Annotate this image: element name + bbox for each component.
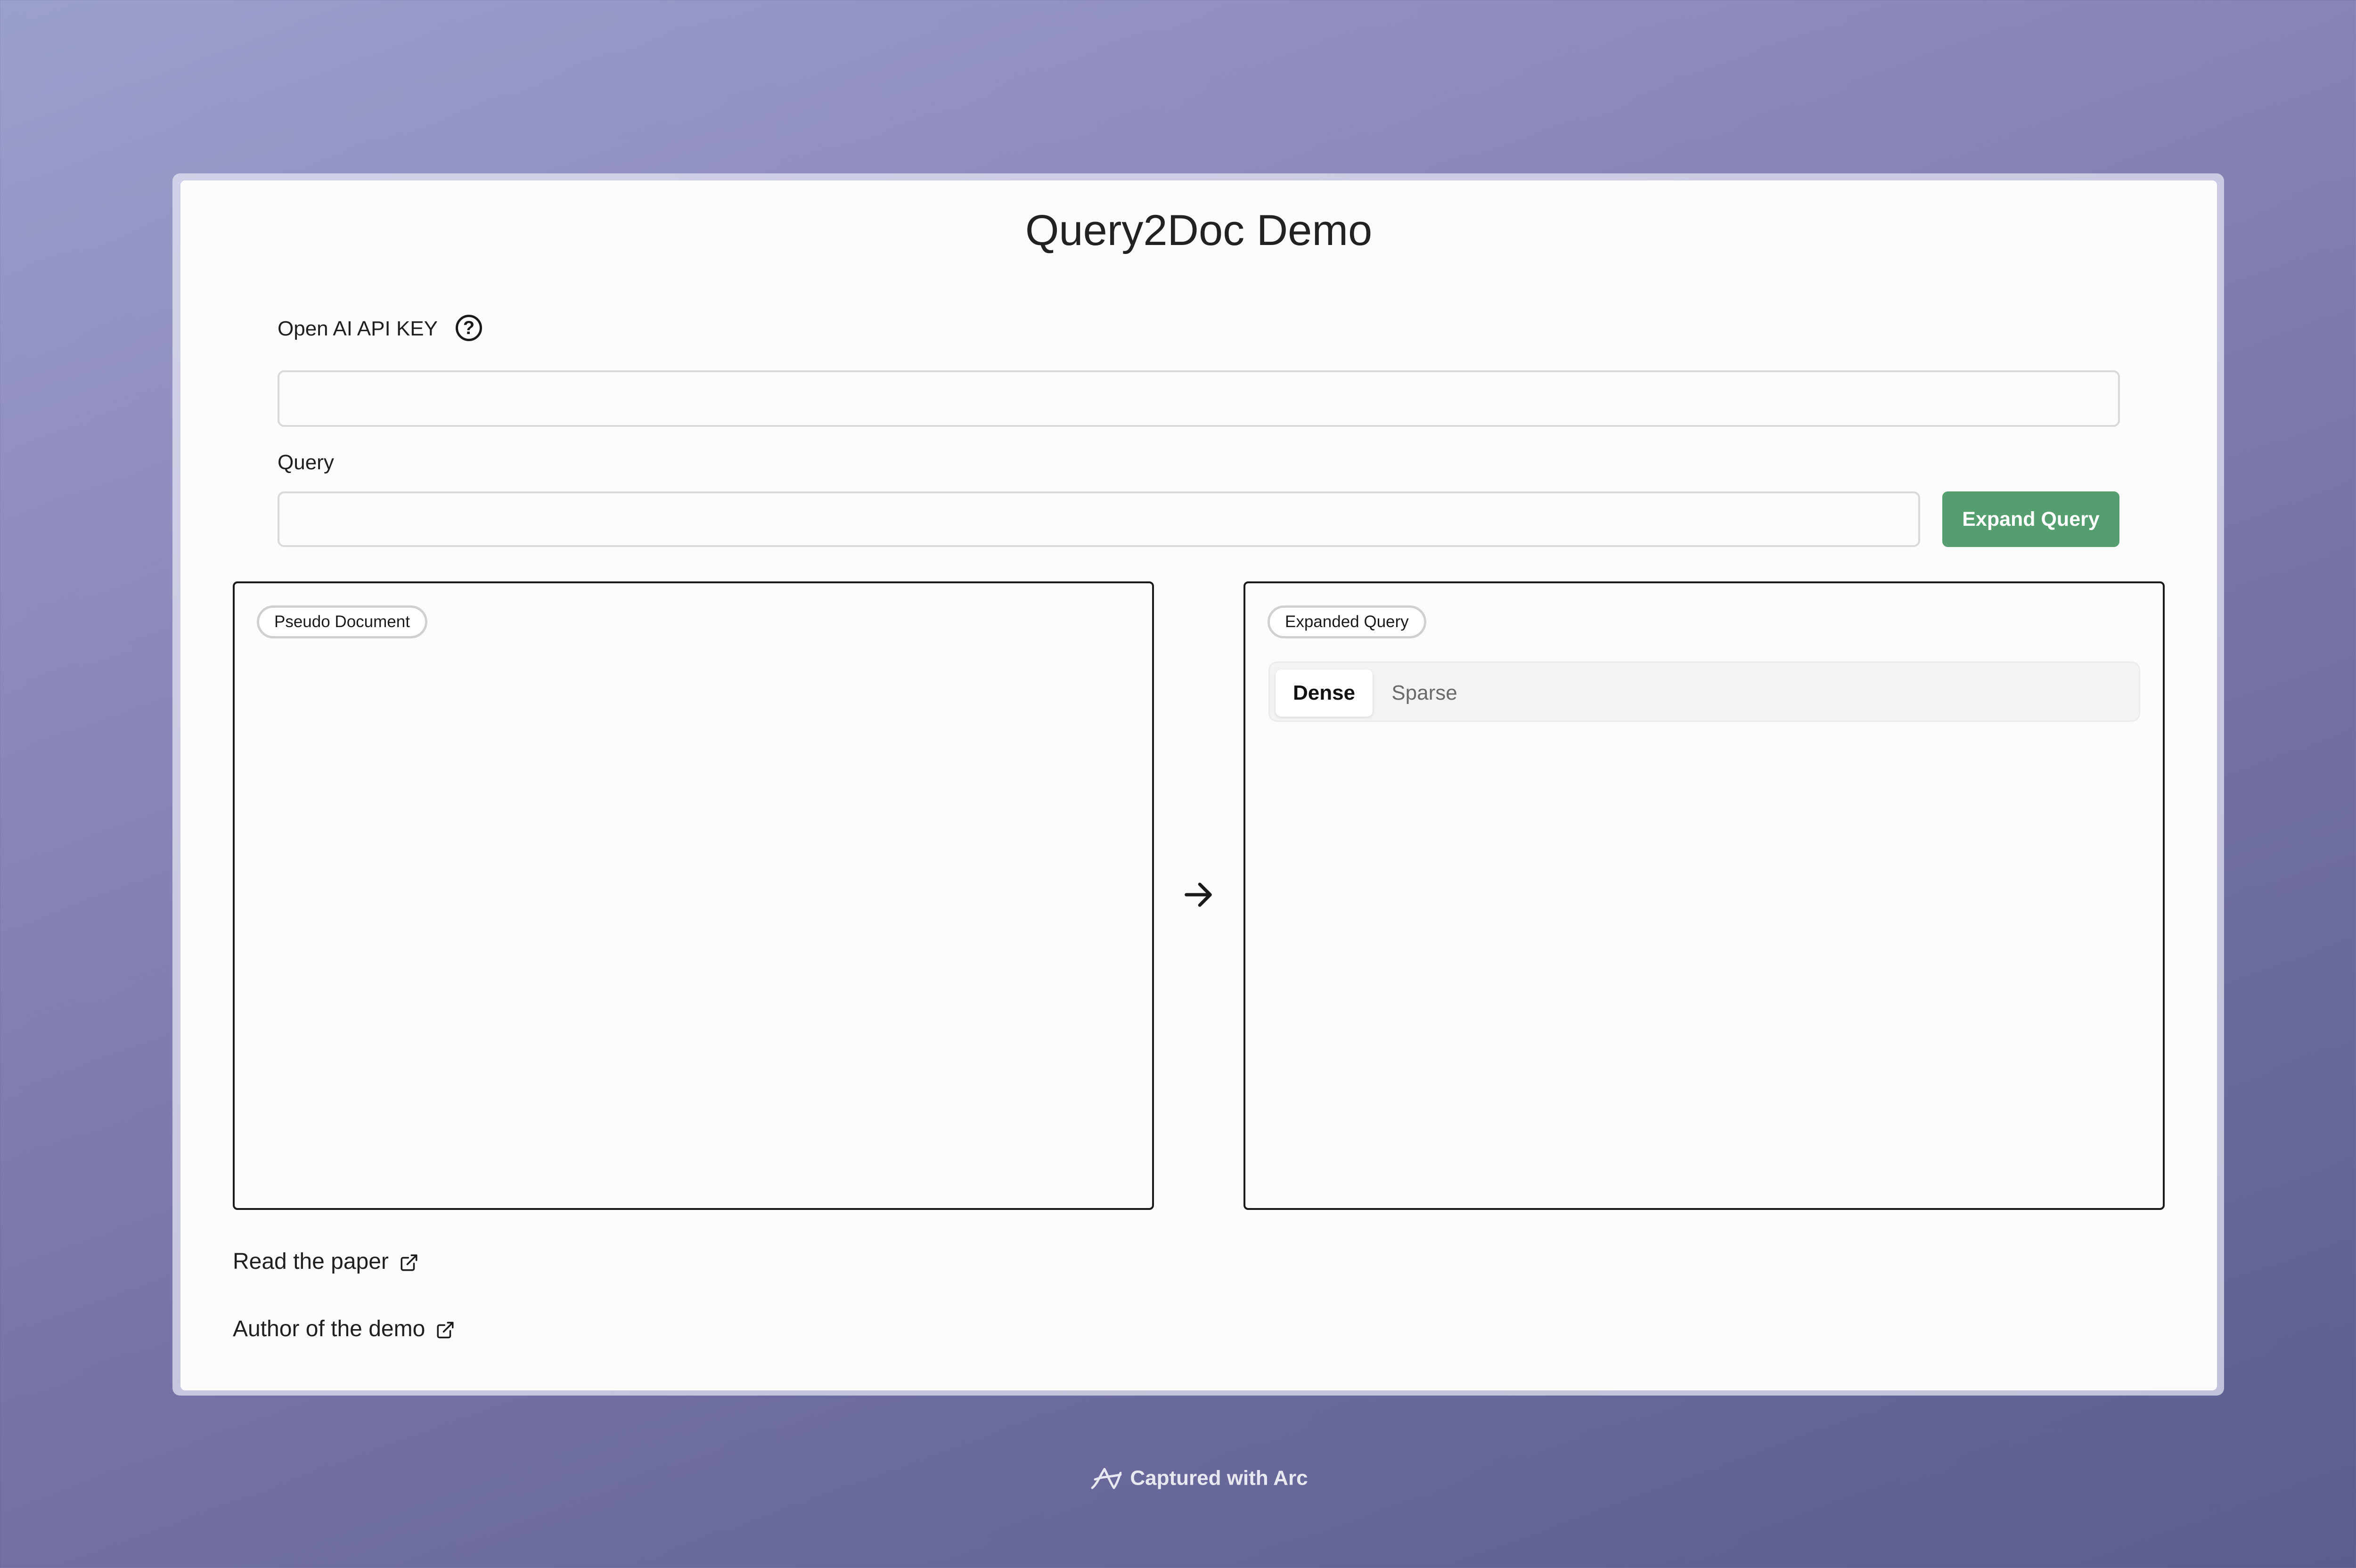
page-title: Query2Doc Demo bbox=[1025, 206, 1373, 254]
retrieval-tabs: Dense Sparse bbox=[1268, 662, 2140, 722]
pseudo-document-badge: Pseudo Document bbox=[257, 605, 427, 638]
captured-with-arc: Captured with Arc bbox=[0, 1465, 2356, 1494]
author-demo-label: Author of the demo bbox=[233, 1316, 425, 1341]
read-paper-label: Read the paper bbox=[233, 1249, 389, 1274]
author-demo-link[interactable]: Author of the demo bbox=[233, 1318, 455, 1340]
arc-logo-icon bbox=[1091, 1468, 1122, 1489]
external-link-icon bbox=[401, 1254, 417, 1271]
tab-dense[interactable]: Dense bbox=[1276, 670, 1373, 717]
help-icon[interactable]: ? bbox=[456, 315, 482, 341]
api-key-input[interactable] bbox=[278, 370, 2120, 427]
query-label: Query bbox=[278, 451, 334, 474]
api-key-label: Open AI API KEY bbox=[278, 317, 438, 340]
read-paper-link[interactable]: Read the paper bbox=[233, 1250, 419, 1273]
arrow-right-icon bbox=[1185, 882, 1212, 907]
external-link-icon bbox=[437, 1322, 454, 1339]
query-input[interactable] bbox=[278, 491, 1920, 547]
captured-with-arc-label: Captured with Arc bbox=[1130, 1466, 1308, 1490]
expand-query-button[interactable]: Expand Query bbox=[1942, 491, 2119, 547]
pseudo-document-panel bbox=[233, 581, 1154, 1210]
tab-sparse[interactable]: Sparse bbox=[1377, 670, 1472, 717]
expanded-query-badge: Expanded Query bbox=[1268, 605, 1426, 638]
